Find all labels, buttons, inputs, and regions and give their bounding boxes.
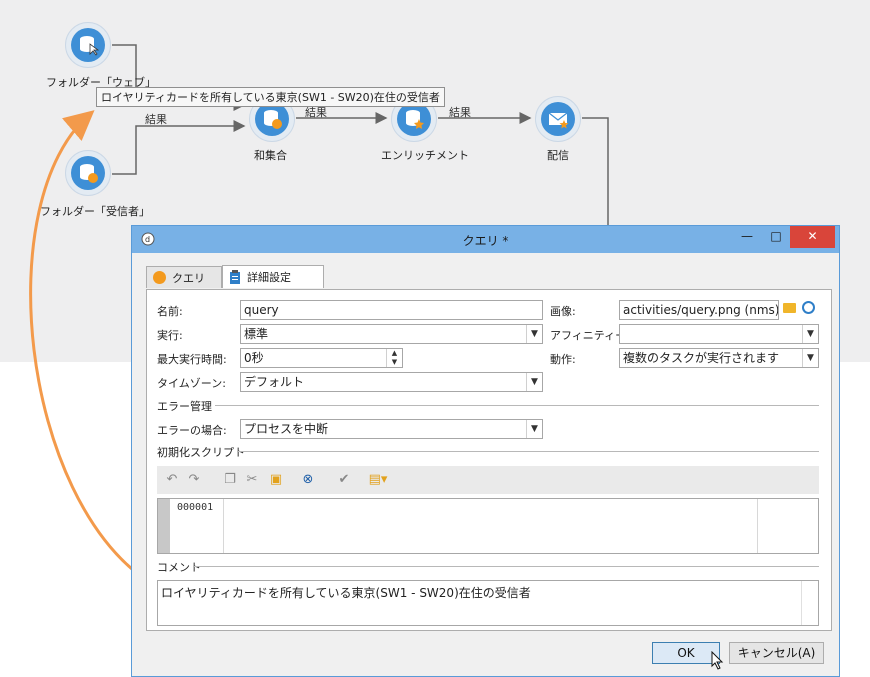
copy-icon[interactable]: ❐ <box>221 471 239 489</box>
error-section-rule <box>215 405 819 406</box>
insert-field-icon[interactable]: ▤▾ <box>365 471 391 489</box>
action-label: 動作: <box>550 353 576 366</box>
image-label: 画像: <box>550 305 576 318</box>
tab-query-label: クエリ <box>172 271 205 285</box>
minimize-button[interactable]: — <box>732 226 762 248</box>
close-button[interactable]: ✕ <box>790 226 835 248</box>
line-number: 000001 <box>177 502 214 513</box>
search-icon[interactable] <box>802 301 815 314</box>
script-section-rule <box>237 451 819 452</box>
script-toolbar: ↶ ↷ ❐ ✂ ▣ ⊗ ✔ ▤▾ <box>157 466 819 494</box>
database-orange-icon <box>80 164 98 183</box>
edge-delivery-out <box>582 117 609 228</box>
delivery-label: 配信 <box>547 149 569 162</box>
max-time-value: 0秒 <box>244 351 264 365</box>
chevron-down-icon[interactable]: ▼ <box>526 325 542 343</box>
chevron-down-icon[interactable]: ▼ <box>526 420 542 438</box>
error-label: エラーの場合: <box>157 424 227 437</box>
affinity-label: アフィニティー: <box>550 329 630 342</box>
redo-icon[interactable]: ↷ <box>185 471 203 489</box>
script-section-title: 初期化スクリプト <box>157 446 245 459</box>
comment-section-rule <box>193 566 819 567</box>
name-label: 名前: <box>157 305 183 318</box>
folder-web-node[interactable] <box>65 22 111 68</box>
paste-icon[interactable]: ▣ <box>267 471 285 489</box>
folder-recipients-label: フォルダー「受信者」 <box>40 205 150 218</box>
mouse-cursor-icon <box>711 651 724 670</box>
maximize-button[interactable]: □ <box>762 226 790 248</box>
query-dialog: d クエリ * — □ ✕ クエリ 詳細設定 名前: query 画像: act… <box>131 225 840 677</box>
cancel-button[interactable]: キャンセル(A) <box>729 642 824 664</box>
comment-scrollbar[interactable] <box>801 581 818 625</box>
gutter-separator <box>223 499 224 553</box>
circle-orange-icon <box>153 271 166 284</box>
delivery-node[interactable] <box>535 96 581 142</box>
database-star-icon <box>406 110 424 129</box>
timezone-label: タイムゾーン: <box>157 377 226 390</box>
spinner-icon[interactable]: ▲ ▼ <box>386 349 402 367</box>
editor-scrollbar[interactable] <box>757 499 818 553</box>
find-icon[interactable]: ⊗ <box>299 471 317 489</box>
clipboard-icon <box>230 270 240 284</box>
error-select[interactable]: プロセスを中断 ▼ <box>240 419 543 439</box>
execution-select[interactable]: 標準 ▼ <box>240 324 543 344</box>
comment-field[interactable]: ロイヤリティカードを所有している東京(SW1 - SW20)在住の受信者 <box>157 580 819 626</box>
name-field[interactable]: query <box>240 300 543 320</box>
enrichment-label: エンリッチメント <box>381 149 469 162</box>
edge-label-enrich-delivery: 結果 <box>449 106 471 119</box>
node-tooltip: ロイヤリティカードを所有している東京(SW1 - SW20)在住の受信者 <box>96 87 445 107</box>
tab-query[interactable]: クエリ <box>146 266 222 288</box>
union-label: 和集合 <box>254 149 287 162</box>
chevron-down-icon[interactable]: ▼ <box>802 325 818 343</box>
max-time-stepper[interactable]: 0秒 ▲ ▼ <box>240 348 403 368</box>
timezone-value: デフォルト <box>244 375 305 389</box>
folder-icon[interactable] <box>783 303 796 313</box>
chevron-down-icon[interactable]: ▼ <box>526 373 542 391</box>
database-pointer-icon <box>80 36 99 56</box>
tab-advanced[interactable]: 詳細設定 <box>222 265 324 288</box>
comment-value: ロイヤリティカードを所有している東京(SW1 - SW20)在住の受信者 <box>161 586 531 600</box>
script-editor[interactable]: 000001 <box>157 498 819 554</box>
error-value: プロセスを中断 <box>244 422 329 436</box>
chevron-down-icon[interactable]: ▼ <box>802 349 818 367</box>
cut-icon[interactable]: ✂ <box>243 471 261 489</box>
affinity-select[interactable]: ▼ <box>619 324 819 344</box>
edge-label-union-input: 結果 <box>145 113 167 126</box>
undo-icon[interactable]: ↶ <box>163 471 181 489</box>
action-select[interactable]: 複数のタスクが実行されます ▼ <box>619 348 819 368</box>
ok-button[interactable]: OK <box>652 642 720 664</box>
check-icon[interactable]: ✔ <box>335 471 353 489</box>
tab-advanced-label: 詳細設定 <box>247 271 291 284</box>
image-field[interactable]: activities/query.png (nms) <box>619 300 779 320</box>
edge-recipients-union <box>112 120 246 175</box>
execution-value: 標準 <box>244 327 269 341</box>
comment-section-title: コメント <box>157 561 201 574</box>
execution-label: 実行: <box>157 329 183 342</box>
error-section-title: エラー管理 <box>157 400 212 413</box>
database-orange-icon <box>264 110 282 129</box>
action-value: 複数のタスクが実行されます <box>623 351 780 365</box>
envelope-star-icon <box>548 112 569 129</box>
dialog-titlebar[interactable]: d クエリ * — □ ✕ <box>132 226 839 253</box>
advanced-settings-panel: 名前: query 画像: activities/query.png (nms)… <box>146 289 832 631</box>
folder-recipients-node[interactable] <box>65 150 111 196</box>
timezone-select[interactable]: デフォルト ▼ <box>240 372 543 392</box>
max-time-label: 最大実行時間: <box>157 353 227 366</box>
editor-gutter <box>158 499 170 553</box>
